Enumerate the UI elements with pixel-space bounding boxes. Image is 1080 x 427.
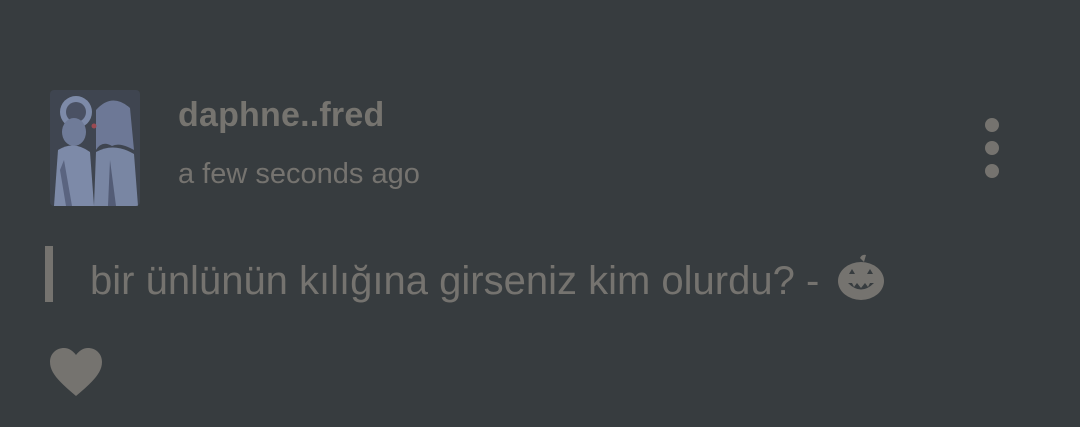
like-button[interactable] [48, 346, 104, 398]
vertical-ellipsis-icon [985, 118, 999, 132]
avatar-image [50, 90, 140, 206]
quote-bar [45, 246, 53, 302]
message-text: bir ünlünün kılığına girseniz kim olurdu… [90, 252, 886, 304]
message-body: bir ünlünün kılığına girseniz kim olurdu… [90, 259, 820, 303]
avatar[interactable] [50, 90, 140, 206]
heart-icon [50, 348, 102, 396]
timestamp: a few seconds ago [178, 158, 420, 190]
more-options-button[interactable] [972, 110, 1012, 186]
username[interactable]: daphne..fred [178, 96, 384, 135]
post-card: daphne..fred a few seconds ago bir ünlün… [0, 0, 1080, 427]
jack-o-lantern-icon [838, 254, 885, 300]
